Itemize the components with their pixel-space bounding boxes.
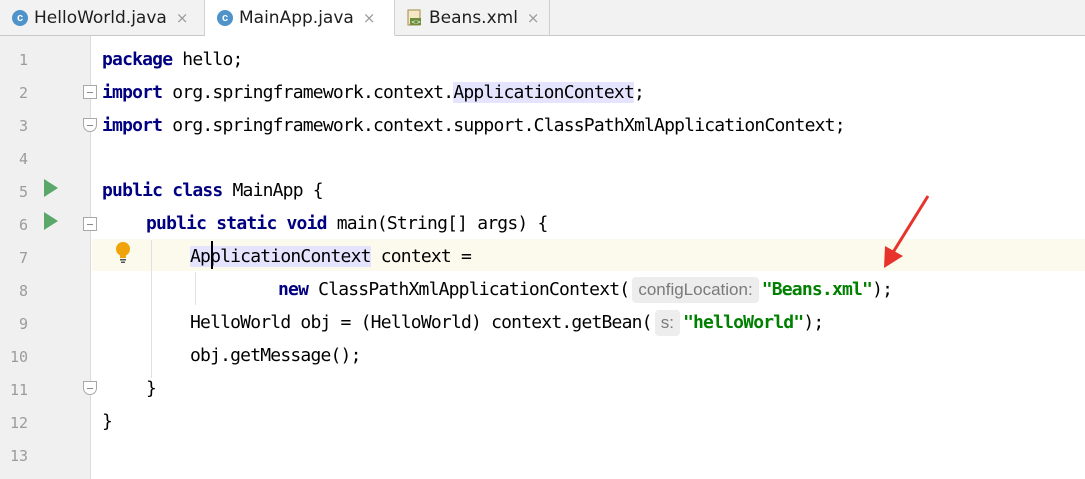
code-line-8[interactable]: new ClassPathXmlApplicationContext(confi… bbox=[278, 273, 893, 306]
line-number: 7 bbox=[18, 249, 28, 267]
line-number: 2 bbox=[18, 84, 28, 102]
line-number: 13 bbox=[9, 447, 28, 465]
editor-gutter: 1 2 3 4 5 6 7 8 9 10 11 12 13 bbox=[0, 36, 91, 479]
run-class-icon[interactable] bbox=[44, 179, 58, 197]
close-icon[interactable]: × bbox=[176, 9, 189, 27]
close-icon[interactable]: × bbox=[363, 9, 376, 27]
line-number: 1 bbox=[18, 51, 28, 69]
tab-helloworld-java[interactable]: c HelloWorld.java × bbox=[0, 0, 205, 35]
code-line-9[interactable]: HelloWorld obj = (HelloWorld) context.ge… bbox=[190, 306, 824, 339]
tab-label: HelloWorld.java bbox=[34, 7, 167, 28]
line-number: 9 bbox=[18, 315, 28, 333]
text-caret bbox=[211, 241, 213, 269]
line-number: 4 bbox=[18, 150, 28, 168]
indent-guide bbox=[151, 240, 152, 378]
code-line-1[interactable]: package hello; bbox=[102, 43, 243, 76]
tab-label: Beans.xml bbox=[429, 7, 518, 28]
line-number: 8 bbox=[18, 282, 28, 300]
xml-file-icon: <> bbox=[407, 9, 423, 27]
line-number: 10 bbox=[9, 348, 28, 366]
line-number: 3 bbox=[18, 117, 28, 135]
lightbulb-icon[interactable] bbox=[114, 240, 132, 266]
tab-label: MainApp.java bbox=[239, 7, 354, 28]
java-class-icon: c bbox=[217, 9, 233, 26]
parameter-hint: configLocation: bbox=[632, 277, 759, 303]
line-number: 6 bbox=[18, 216, 28, 234]
annotation-arrow-icon bbox=[884, 195, 930, 268]
fold-end-icon[interactable] bbox=[83, 118, 97, 132]
code-line-12[interactable]: } bbox=[102, 405, 113, 438]
code-line-10[interactable]: obj.getMessage(); bbox=[190, 339, 361, 372]
code-line-7[interactable]: ApplicationContext context = bbox=[190, 240, 472, 273]
svg-text:<>: <> bbox=[411, 19, 421, 26]
code-line-5[interactable]: public class MainApp { bbox=[102, 174, 324, 207]
indent-guide bbox=[195, 272, 196, 305]
fold-method-icon[interactable] bbox=[83, 217, 97, 231]
editor-tab-bar: c HelloWorld.java × c MainApp.java × <> … bbox=[0, 0, 1085, 36]
code-line-6[interactable]: public static void main(String[] args) { bbox=[146, 207, 548, 240]
line-number: 12 bbox=[9, 414, 28, 432]
fold-imports-icon[interactable] bbox=[83, 85, 97, 99]
line-number: 5 bbox=[18, 183, 28, 201]
code-line-2[interactable]: import org.springframework.context.Appli… bbox=[102, 76, 645, 109]
java-class-icon: c bbox=[12, 9, 28, 26]
run-main-icon[interactable] bbox=[44, 212, 58, 230]
code-line-3[interactable]: import org.springframework.context.suppo… bbox=[102, 109, 846, 142]
tab-mainapp-java[interactable]: c MainApp.java × bbox=[205, 0, 395, 36]
tab-beans-xml[interactable]: <> Beans.xml × bbox=[395, 0, 550, 35]
code-line-11[interactable]: } bbox=[146, 372, 157, 405]
close-icon[interactable]: × bbox=[527, 9, 540, 27]
fold-end-icon[interactable] bbox=[83, 381, 97, 395]
line-number: 11 bbox=[9, 381, 28, 399]
parameter-hint: s: bbox=[654, 310, 680, 336]
